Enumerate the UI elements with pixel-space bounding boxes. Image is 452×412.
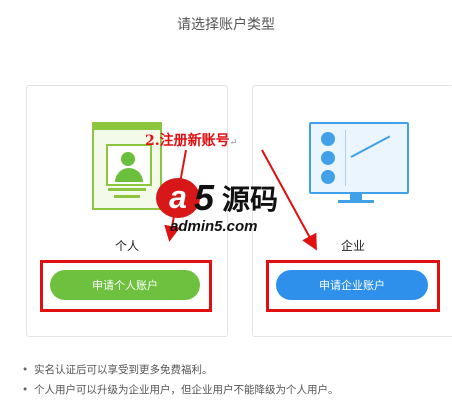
annotation-register-new-account: 2.注册新账号↵ bbox=[145, 133, 238, 149]
a5-watermark-logo: a 5 源码 admin5.com bbox=[156, 178, 301, 242]
note-item: 实名认证后可以享受到更多免费福利。 bbox=[22, 360, 339, 380]
notes-list: 实名认证后可以享受到更多免费福利。 个人用户可以升级为企业用户，但企业用户不能降… bbox=[22, 360, 339, 400]
note-item: 个人用户可以升级为企业用户，但企业用户不能降级为个人用户。 bbox=[22, 380, 339, 400]
